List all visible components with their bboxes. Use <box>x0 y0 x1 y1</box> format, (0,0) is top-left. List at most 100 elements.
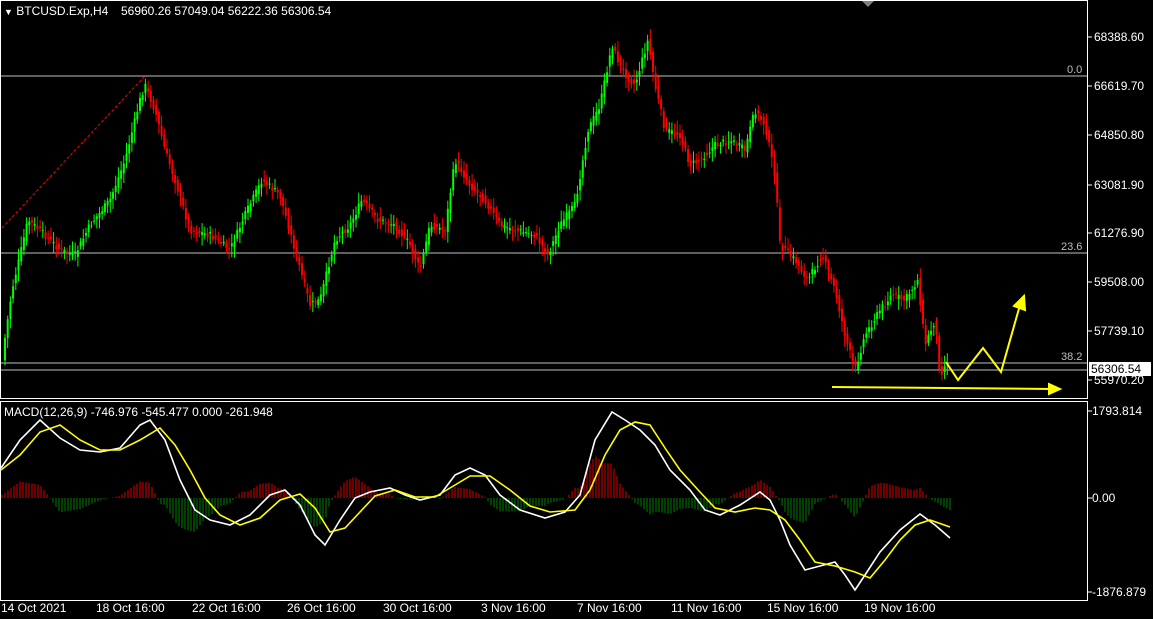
candle-body <box>284 207 287 216</box>
candle-body <box>352 218 355 223</box>
candle-body <box>95 216 98 220</box>
chart-header: ▼ BTCUSD.Exp,H4 56960.26 57049.04 56222.… <box>4 4 331 19</box>
candle-body <box>857 361 860 370</box>
candle-body <box>587 132 590 142</box>
candle-body <box>727 141 730 143</box>
support-arrow-head <box>1048 382 1063 396</box>
candle-body <box>309 294 312 306</box>
candle-body <box>484 195 487 204</box>
candle-body <box>211 235 214 240</box>
candle-body <box>63 249 66 254</box>
price-axis-label: 68388.60 <box>1094 30 1145 44</box>
candle-body <box>433 223 436 230</box>
candle-body <box>41 229 44 231</box>
fib-label-0: 0.0 <box>1067 64 1083 76</box>
candle-body <box>117 177 120 188</box>
candle-body <box>114 185 117 192</box>
candle-body <box>39 226 42 229</box>
candle-body <box>498 217 501 222</box>
candle-body <box>919 277 922 305</box>
candle-body <box>398 229 401 234</box>
candle-body <box>20 247 23 262</box>
candle-body <box>409 241 411 245</box>
candle-body <box>835 287 838 299</box>
collapse-panel-icon[interactable] <box>862 1 874 7</box>
candle-body <box>616 51 619 62</box>
macd-histogram <box>1 456 951 532</box>
support-arrow-line <box>831 386 1053 390</box>
candle-body <box>147 88 150 92</box>
candle-body <box>163 134 166 147</box>
candle-body <box>349 222 352 229</box>
candle-body <box>749 126 752 143</box>
candle-body <box>895 293 897 295</box>
candle-body <box>160 125 163 137</box>
candle-body <box>886 301 889 306</box>
candle-body <box>230 243 233 247</box>
candle-body <box>800 265 803 272</box>
candle-body <box>614 46 617 51</box>
candle-body <box>217 239 220 241</box>
price-axis-label: 63081.90 <box>1094 178 1145 192</box>
candle-body <box>85 232 87 236</box>
trading-chart[interactable] <box>0 0 1153 619</box>
candle-body <box>130 132 133 143</box>
candle-body <box>579 178 582 191</box>
candle-body <box>522 232 525 234</box>
candle-body <box>830 273 833 280</box>
candle-body <box>735 144 738 146</box>
candle-body <box>122 163 125 174</box>
candle-body <box>514 230 517 232</box>
candle-body <box>773 160 776 176</box>
candle-body <box>74 251 77 253</box>
candle-body <box>619 57 622 66</box>
candle-body <box>657 86 660 99</box>
candle-body <box>427 228 430 245</box>
candle-body <box>330 254 333 262</box>
candle-body <box>751 114 754 128</box>
candle-body <box>760 115 762 120</box>
candle-body <box>824 255 827 263</box>
candle-body <box>892 294 895 296</box>
fib-trend-line[interactable] <box>1 75 146 229</box>
candle-body <box>673 134 676 136</box>
candle-body <box>203 233 206 236</box>
candle-body <box>292 235 295 249</box>
fib-label-23-6: 23.6 <box>1061 241 1083 253</box>
candle-body <box>689 160 692 167</box>
candle-body <box>841 308 843 322</box>
candle-body <box>603 80 606 97</box>
candle-body <box>247 205 249 213</box>
candle-body <box>66 251 69 253</box>
candle-body <box>4 338 6 361</box>
candle-body <box>843 320 846 336</box>
candle-body <box>125 153 128 161</box>
candle-body <box>738 143 741 146</box>
candle-body <box>684 140 687 149</box>
candle-body <box>708 152 711 154</box>
candle-body <box>873 321 876 323</box>
chart-menu-chevron-icon[interactable]: ▼ <box>4 7 13 17</box>
candle-body <box>314 300 317 304</box>
candle-body <box>255 189 258 197</box>
candle-body <box>495 214 498 218</box>
candle-body <box>12 286 15 299</box>
candle-body <box>765 120 768 136</box>
candle-body <box>76 250 79 257</box>
time-axis-label: 3 Nov 16:00 <box>481 601 546 615</box>
candle-body <box>665 122 668 128</box>
candle-body <box>646 40 649 51</box>
candle-body <box>778 207 781 241</box>
candle-body <box>338 236 341 238</box>
candle-body <box>589 122 592 132</box>
candle-body <box>333 242 336 255</box>
candle-body <box>930 330 933 335</box>
candle-body <box>336 241 339 245</box>
candle-body <box>630 79 633 84</box>
candle-body <box>568 210 571 219</box>
candle-body <box>392 223 395 227</box>
candle-body <box>608 55 611 67</box>
candle-body <box>822 257 825 260</box>
forecast-annotation[interactable] <box>831 293 1063 396</box>
candle-body <box>430 226 433 233</box>
